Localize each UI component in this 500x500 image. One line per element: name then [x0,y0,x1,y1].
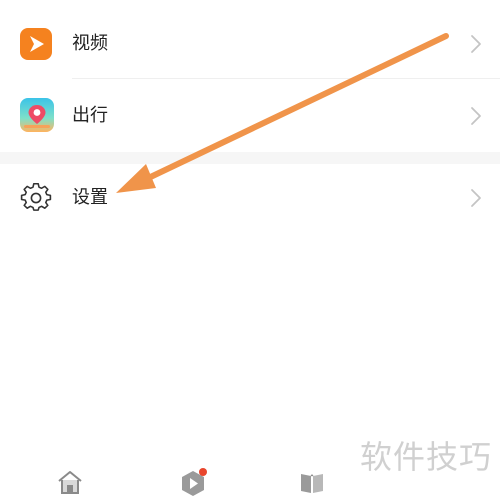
home-icon[interactable] [56,468,84,496]
chevron-right-icon [470,34,482,54]
annotation-arrow [116,33,449,193]
menu-item-travel[interactable]: 出行 [0,92,500,140]
video-play-icon[interactable] [178,468,207,496]
bottom-navigation-bar [0,460,500,500]
menu-item-label: 设置 [72,187,108,208]
menu-item-label: 出行 [72,105,108,126]
chevron-right-icon [470,188,482,208]
book-icon[interactable] [298,468,326,496]
video-app-icon [20,28,52,60]
travel-app-icon [20,98,54,132]
section-separator [0,152,500,164]
menu-item-video[interactable]: 视频 [0,20,500,68]
divider [72,78,500,79]
settings-gear-icon [20,182,52,214]
settings-menu-page: 视频 出行 设置 软件技巧 [0,0,500,500]
notification-badge [199,468,207,476]
menu-item-settings[interactable]: 设置 [0,174,500,222]
menu-item-label: 视频 [72,33,108,54]
chevron-right-icon [470,106,482,126]
